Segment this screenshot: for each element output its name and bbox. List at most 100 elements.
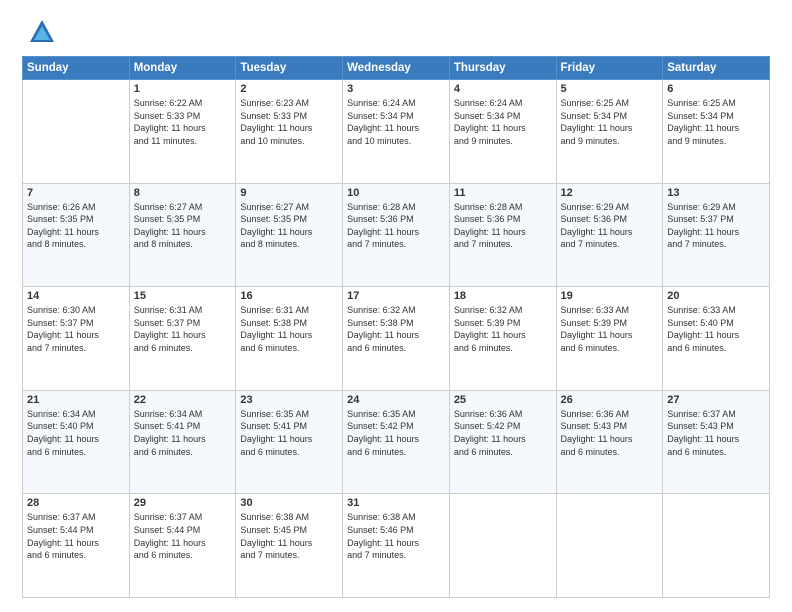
day-number: 3	[347, 83, 445, 95]
calendar-week-row: 14Sunrise: 6:30 AM Sunset: 5:37 PM Dayli…	[23, 287, 770, 391]
day-number: 18	[454, 290, 552, 302]
header	[22, 18, 770, 46]
header-friday: Friday	[556, 57, 663, 80]
table-row: 14Sunrise: 6:30 AM Sunset: 5:37 PM Dayli…	[23, 287, 130, 391]
day-info: Sunrise: 6:38 AM Sunset: 5:45 PM Dayligh…	[240, 511, 338, 561]
day-info: Sunrise: 6:37 AM Sunset: 5:44 PM Dayligh…	[134, 511, 232, 561]
page: Sunday Monday Tuesday Wednesday Thursday…	[0, 0, 792, 612]
day-info: Sunrise: 6:34 AM Sunset: 5:40 PM Dayligh…	[27, 408, 125, 458]
day-number: 5	[561, 83, 659, 95]
day-number: 8	[134, 187, 232, 199]
table-row: 18 Sunrise: 6:32 AM Sunset: 5:39 PM Dayli…	[449, 287, 556, 391]
table-row	[449, 494, 556, 598]
logo-icon	[28, 18, 56, 46]
day-number: 27	[667, 394, 765, 406]
day-info: Sunrise: 6:28 AM Sunset: 5:36 PM Dayligh…	[347, 201, 445, 251]
day-info: Sunrise: 6:32 AM Sunset: 5:38 PM Dayligh…	[347, 304, 445, 354]
day-number: 24	[347, 394, 445, 406]
day-number: 16	[240, 290, 338, 302]
day-info: Sunrise: 6:37 AM Sunset: 5:44 PM Dayligh…	[27, 511, 125, 561]
calendar-week-row: 7 Sunrise: 6:26 AM Sunset: 5:35 PM Daylig…	[23, 183, 770, 287]
day-number: 17	[347, 290, 445, 302]
day-info: Sunrise: 6:31 AM Sunset: 5:38 PM Dayligh…	[240, 304, 338, 354]
day-info: Sunrise: 6:27 AM Sunset: 5:35 PM Dayligh…	[134, 201, 232, 251]
day-info: Sunrise: 6:29 AM Sunset: 5:37 PM Dayligh…	[667, 201, 765, 251]
day-number: 7	[27, 187, 125, 199]
table-row: 31Sunrise: 6:38 AM Sunset: 5:46 PM Dayli…	[343, 494, 450, 598]
table-row: 8 Sunrise: 6:27 AM Sunset: 5:35 PM Daylig…	[129, 183, 236, 287]
header-saturday: Saturday	[663, 57, 770, 80]
table-row: 1 Sunrise: 6:22 AM Sunset: 5:33 PM Daylig…	[129, 80, 236, 184]
day-number: 9	[240, 187, 338, 199]
table-row: 3 Sunrise: 6:24 AM Sunset: 5:34 PM Daylig…	[343, 80, 450, 184]
day-info: Sunrise: 6:34 AM Sunset: 5:41 PM Dayligh…	[134, 408, 232, 458]
day-info: Sunrise: 6:36 AM Sunset: 5:42 PM Dayligh…	[454, 408, 552, 458]
table-row: 9 Sunrise: 6:27 AM Sunset: 5:35 PM Daylig…	[236, 183, 343, 287]
day-info: Sunrise: 6:35 AM Sunset: 5:42 PM Dayligh…	[347, 408, 445, 458]
calendar-week-row: 1 Sunrise: 6:22 AM Sunset: 5:33 PM Daylig…	[23, 80, 770, 184]
table-row: 6Sunrise: 6:25 AM Sunset: 5:34 PM Daylig…	[663, 80, 770, 184]
logo	[22, 18, 56, 46]
day-number: 23	[240, 394, 338, 406]
table-row: 11Sunrise: 6:28 AM Sunset: 5:36 PM Dayli…	[449, 183, 556, 287]
table-row: 22 Sunrise: 6:34 AM Sunset: 5:41 PM Dayli…	[129, 390, 236, 494]
day-info: Sunrise: 6:33 AM Sunset: 5:40 PM Dayligh…	[667, 304, 765, 354]
table-row: 2Sunrise: 6:23 AM Sunset: 5:33 PM Daylig…	[236, 80, 343, 184]
day-info: Sunrise: 6:36 AM Sunset: 5:43 PM Dayligh…	[561, 408, 659, 458]
calendar-week-row: 28 Sunrise: 6:37 AM Sunset: 5:44 PM Dayli…	[23, 494, 770, 598]
day-info: Sunrise: 6:30 AM Sunset: 5:37 PM Dayligh…	[27, 304, 125, 354]
table-row	[556, 494, 663, 598]
day-number: 25	[454, 394, 552, 406]
day-info: Sunrise: 6:22 AM Sunset: 5:33 PM Dayligh…	[134, 97, 232, 147]
day-number: 21	[27, 394, 125, 406]
table-row: 4 Sunrise: 6:24 AM Sunset: 5:34 PM Daylig…	[449, 80, 556, 184]
header-tuesday: Tuesday	[236, 57, 343, 80]
day-number: 15	[134, 290, 232, 302]
table-row: 30Sunrise: 6:38 AM Sunset: 5:45 PM Dayli…	[236, 494, 343, 598]
day-info: Sunrise: 6:35 AM Sunset: 5:41 PM Dayligh…	[240, 408, 338, 458]
header-monday: Monday	[129, 57, 236, 80]
day-number: 20	[667, 290, 765, 302]
day-number: 28	[27, 497, 125, 509]
table-row: 10Sunrise: 6:28 AM Sunset: 5:36 PM Dayli…	[343, 183, 450, 287]
day-info: Sunrise: 6:27 AM Sunset: 5:35 PM Dayligh…	[240, 201, 338, 251]
day-number: 12	[561, 187, 659, 199]
calendar-table: Sunday Monday Tuesday Wednesday Thursday…	[22, 56, 770, 598]
day-number: 19	[561, 290, 659, 302]
day-number: 2	[240, 83, 338, 95]
table-row: 21 Sunrise: 6:34 AM Sunset: 5:40 PM Dayli…	[23, 390, 130, 494]
table-row	[663, 494, 770, 598]
day-info: Sunrise: 6:38 AM Sunset: 5:46 PM Dayligh…	[347, 511, 445, 561]
table-row: 19Sunrise: 6:33 AM Sunset: 5:39 PM Dayli…	[556, 287, 663, 391]
header-thursday: Thursday	[449, 57, 556, 80]
day-number: 26	[561, 394, 659, 406]
table-row	[23, 80, 130, 184]
day-number: 6	[667, 83, 765, 95]
day-number: 13	[667, 187, 765, 199]
table-row: 27Sunrise: 6:37 AM Sunset: 5:43 PM Dayli…	[663, 390, 770, 494]
day-number: 22	[134, 394, 232, 406]
day-number: 4	[454, 83, 552, 95]
table-row: 26 Sunrise: 6:36 AM Sunset: 5:43 PM Dayli…	[556, 390, 663, 494]
day-info: Sunrise: 6:31 AM Sunset: 5:37 PM Dayligh…	[134, 304, 232, 354]
header-sunday: Sunday	[23, 57, 130, 80]
day-number: 1	[134, 83, 232, 95]
day-info: Sunrise: 6:32 AM Sunset: 5:39 PM Dayligh…	[454, 304, 552, 354]
table-row: 13 Sunrise: 6:29 AM Sunset: 5:37 PM Dayli…	[663, 183, 770, 287]
table-row: 23 Sunrise: 6:35 AM Sunset: 5:41 PM Dayli…	[236, 390, 343, 494]
day-info: Sunrise: 6:26 AM Sunset: 5:35 PM Dayligh…	[27, 201, 125, 251]
weekday-header-row: Sunday Monday Tuesday Wednesday Thursday…	[23, 57, 770, 80]
day-info: Sunrise: 6:29 AM Sunset: 5:36 PM Dayligh…	[561, 201, 659, 251]
day-info: Sunrise: 6:28 AM Sunset: 5:36 PM Dayligh…	[454, 201, 552, 251]
calendar-week-row: 21 Sunrise: 6:34 AM Sunset: 5:40 PM Dayli…	[23, 390, 770, 494]
table-row: 24 Sunrise: 6:35 AM Sunset: 5:42 PM Dayli…	[343, 390, 450, 494]
day-info: Sunrise: 6:24 AM Sunset: 5:34 PM Dayligh…	[347, 97, 445, 147]
day-info: Sunrise: 6:25 AM Sunset: 5:34 PM Dayligh…	[561, 97, 659, 147]
table-row: 17 Sunrise: 6:32 AM Sunset: 5:38 PM Dayli…	[343, 287, 450, 391]
table-row: 16 Sunrise: 6:31 AM Sunset: 5:38 PM Dayli…	[236, 287, 343, 391]
table-row: 5 Sunrise: 6:25 AM Sunset: 5:34 PM Daylig…	[556, 80, 663, 184]
table-row: 7 Sunrise: 6:26 AM Sunset: 5:35 PM Daylig…	[23, 183, 130, 287]
table-row: 25 Sunrise: 6:36 AM Sunset: 5:42 PM Dayli…	[449, 390, 556, 494]
day-info: Sunrise: 6:24 AM Sunset: 5:34 PM Dayligh…	[454, 97, 552, 147]
day-number: 29	[134, 497, 232, 509]
